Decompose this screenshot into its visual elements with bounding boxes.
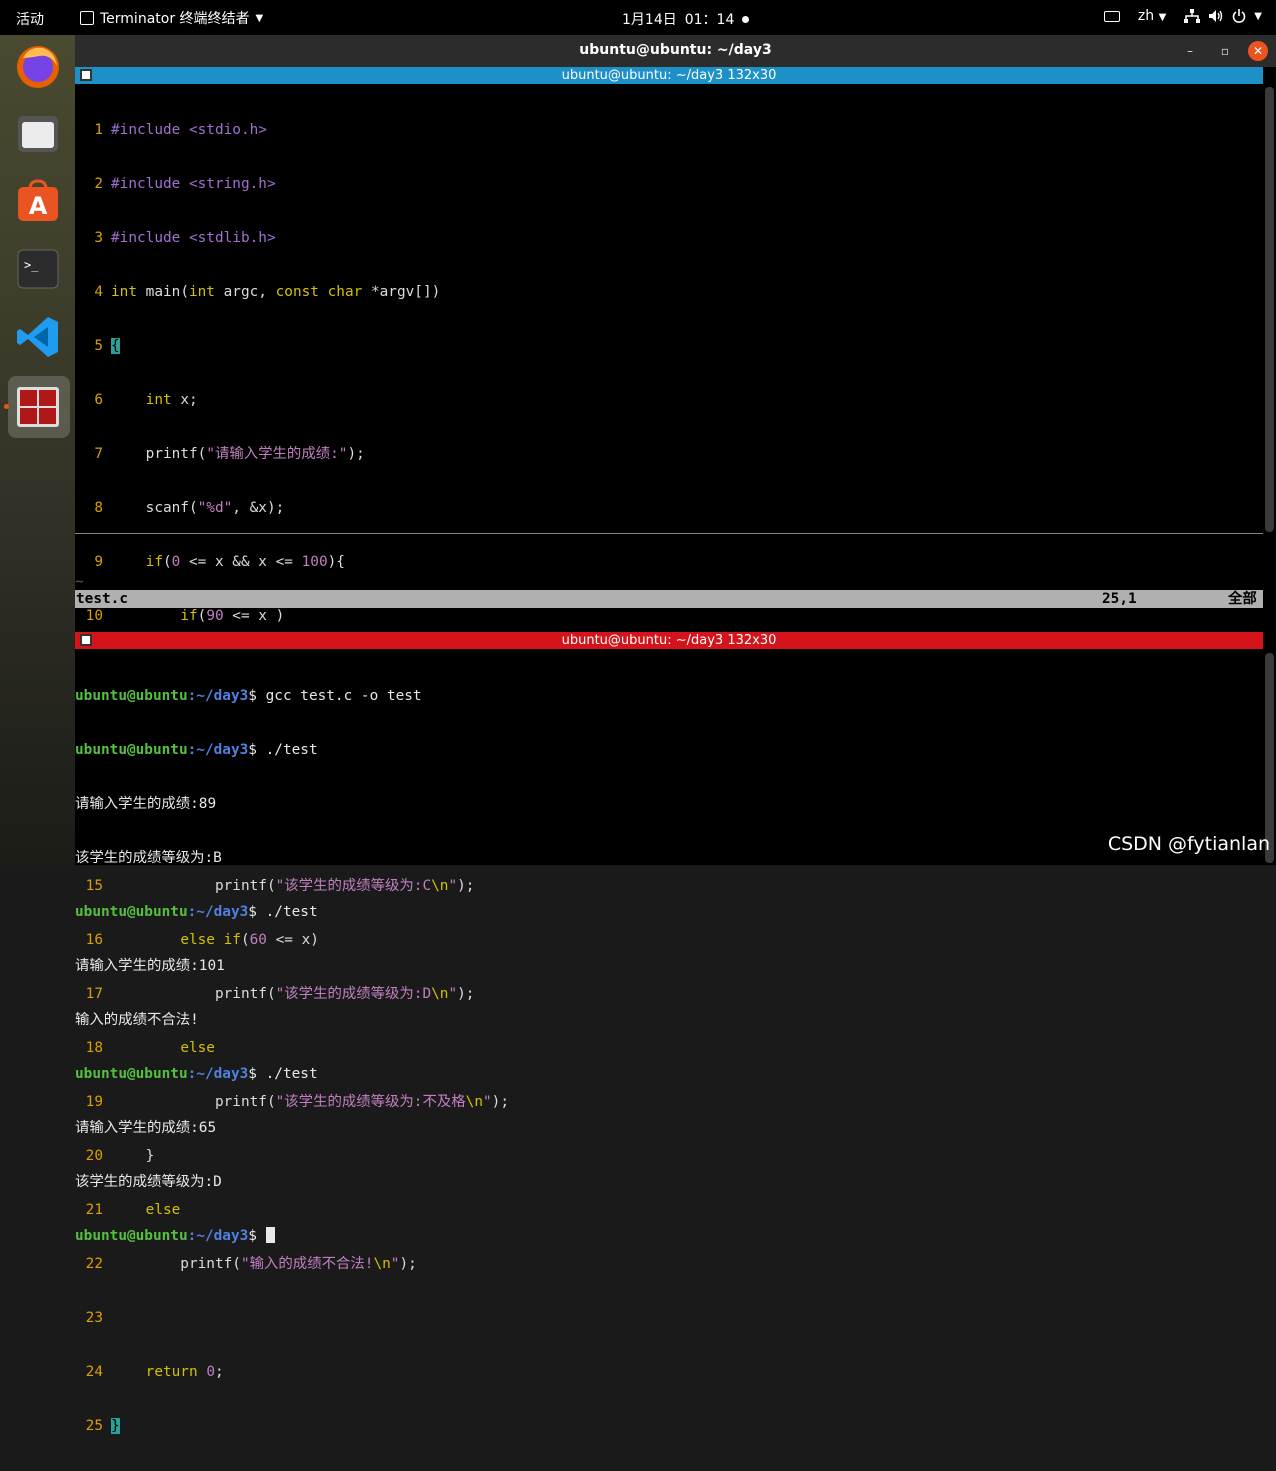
code-line: 6 int x; <box>94 392 198 408</box>
firefox-icon[interactable] <box>14 43 62 91</box>
system-menu[interactable]: ▼ <box>1184 9 1262 23</box>
code-line: 25} <box>85 1418 120 1434</box>
vim-statusline: test.c 25,1 全部 <box>75 590 1263 608</box>
code-line: 8 scanf("%d", &x); <box>94 500 285 516</box>
code-line: 10 if(90 <= x ) <box>86 608 285 624</box>
code-line: 3 #include <stdlib.h> <box>94 230 276 246</box>
code-line: 9 if(0 <= x && x <= 100){ <box>94 554 345 570</box>
pane-top-header[interactable]: ubuntu@ubuntu: ~/day3 132x30 <box>75 67 1263 84</box>
grid-icon[interactable] <box>80 69 92 81</box>
vscode-icon[interactable] <box>14 313 62 361</box>
pane-top-title: ubuntu@ubuntu: ~/day3 132x30 <box>561 68 777 83</box>
maximize-button[interactable]: ▫ <box>1215 41 1235 61</box>
bottom-pane-scrollbar[interactable] <box>1265 653 1274 863</box>
code-line: 18 else <box>85 1040 215 1056</box>
code-line: 5{ <box>94 338 120 354</box>
status-scroll: 全部 <box>1228 591 1257 607</box>
prompt-line: ubuntu@ubuntu:~/day3$ ./test <box>75 904 318 920</box>
power-icon <box>1233 9 1246 23</box>
command-text: ./test <box>265 1066 318 1082</box>
chevron-down-icon: ▼ <box>1158 12 1167 23</box>
terminal-output[interactable]: ubuntu@ubuntu:~/day3$ gcc test.c -o test… <box>75 651 1263 1244</box>
system-tray: zh ▼ ▼ <box>1103 8 1262 24</box>
software-icon[interactable]: A <box>14 177 62 225</box>
input-method-label: zh <box>1137 8 1155 24</box>
command-text: gcc test.c -o test <box>265 688 422 704</box>
prompt-line: ubuntu@ubuntu:~/day3$ gcc test.c -o test <box>75 688 422 704</box>
output-line: 请输入学生的成绩:65 <box>75 1120 217 1136</box>
activities-button[interactable]: 活动 <box>16 9 44 29</box>
terminal-icon[interactable]: >_ <box>14 245 62 293</box>
time-label: 01：14 <box>684 12 735 28</box>
window-titlebar[interactable]: ubuntu@ubuntu: ~/day3 – ▫ ✕ <box>75 35 1276 67</box>
code-line: 7 printf("请输入学生的成绩:"); <box>94 446 365 462</box>
watermark: CSDN @fytianlan <box>1107 833 1270 855</box>
code-line: 23 <box>85 1310 103 1326</box>
command-text: ./test <box>265 742 318 758</box>
terminator-app-icon <box>80 11 94 25</box>
prompt-line: ubuntu@ubuntu:~/day3$ ./test <box>75 742 318 758</box>
chevron-down-icon: ▼ <box>255 12 264 24</box>
vim-editor[interactable]: 1 #include <stdio.h> 2 #include <string.h>… <box>75 85 1263 1434</box>
pane-bottom-title: ubuntu@ubuntu: ~/day3 132x30 <box>561 633 777 648</box>
window-title: ubuntu@ubuntu: ~/day3 <box>579 42 772 58</box>
date-label: 1月14日 <box>622 12 677 28</box>
input-method-menu[interactable]: zh ▼ <box>1138 8 1166 24</box>
prompt-line: ubuntu@ubuntu:~/day3$ ./test <box>75 1066 318 1082</box>
output-line: 请输入学生的成绩:101 <box>75 958 225 974</box>
output-line: 该学生的成绩等级为:D <box>75 1174 222 1190</box>
code-line: 4 int main(int argc, const char *argv[]) <box>94 284 441 300</box>
editor-divider <box>75 533 1263 534</box>
minimize-button[interactable]: – <box>1180 41 1200 61</box>
command-text: ./test <box>265 904 318 920</box>
grid-icon[interactable] <box>80 634 92 646</box>
code-line: 20 } <box>85 1148 155 1164</box>
files-icon[interactable] <box>14 110 62 158</box>
svg-text:>_: >_ <box>24 258 39 272</box>
text-cursor <box>265 1227 275 1243</box>
keyboard-icon[interactable] <box>1103 10 1120 22</box>
notification-dot-icon <box>742 15 750 23</box>
code-line: 1 #include <stdio.h> <box>94 122 267 138</box>
output-line: 输入的成绩不合法! <box>75 1012 199 1028</box>
output-line: 该学生的成绩等级为:B <box>75 850 222 866</box>
code-line: 24 return 0; <box>85 1364 224 1380</box>
status-filename: test.c <box>76 591 128 607</box>
code-line: 17 printf("该学生的成绩等级为:D\n"); <box>85 986 475 1002</box>
top-bar: 活动 Terminator 终端终结者 ▼ 1月14日 01：14 zh ▼ ▼ <box>0 0 1276 35</box>
code-line: 16 else if(60 <= x) <box>85 932 319 948</box>
clock[interactable]: 1月14日 01：14 <box>622 9 750 29</box>
code-line: 21 else <box>85 1202 181 1218</box>
pane-bottom-header[interactable]: ubuntu@ubuntu: ~/day3 132x30 <box>75 632 1263 649</box>
app-menu-label: Terminator 终端终结者 <box>100 11 250 27</box>
chevron-down-icon: ▼ <box>1254 10 1262 22</box>
close-button[interactable]: ✕ <box>1248 41 1268 61</box>
code-line: 15 printf("该学生的成绩等级为:C\n"); <box>85 878 475 894</box>
network-icon <box>1184 9 1201 23</box>
svg-text:A: A <box>29 192 48 220</box>
app-menu[interactable]: Terminator 终端终结者 ▼ <box>80 8 263 28</box>
output-line: 请输入学生的成绩:89 <box>75 796 217 812</box>
running-indicator <box>4 404 9 409</box>
volume-icon <box>1209 10 1223 22</box>
code-line: 19 printf("该学生的成绩等级为:不及格\n"); <box>85 1094 509 1110</box>
code-line: 22 printf("输入的成绩不合法!\n"); <box>85 1256 417 1272</box>
terminator-window: ubuntu@ubuntu: ~/day3 – ▫ ✕ ubuntu@ubunt… <box>75 35 1276 1434</box>
terminator-icon[interactable] <box>14 383 62 431</box>
dock: A >_ <box>0 35 75 865</box>
tilde-line: ~ <box>75 574 84 590</box>
code-line: 2 #include <string.h> <box>94 176 276 192</box>
status-position: 25,1 <box>1102 591 1137 607</box>
prompt-line: ubuntu@ubuntu:~/day3$ <box>75 1227 1263 1245</box>
top-pane-scrollbar[interactable] <box>1265 87 1274 532</box>
